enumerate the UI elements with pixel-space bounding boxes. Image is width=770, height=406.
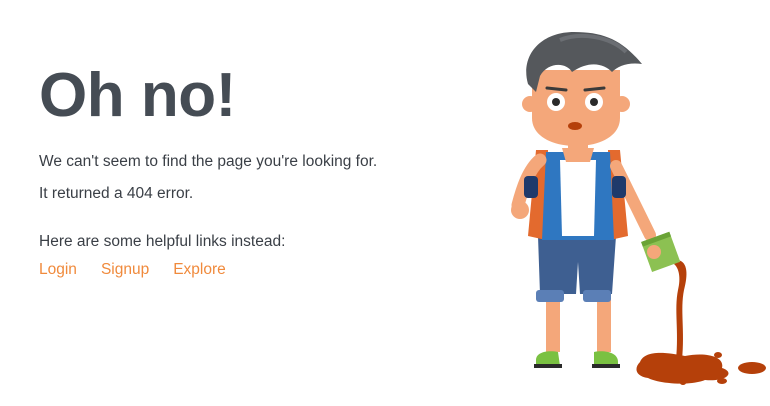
legs [546, 296, 611, 352]
boy-spilling-cup-illustration [511, 32, 766, 385]
signup-link[interactable]: Signup [101, 261, 149, 279]
error-code-text: It returned a 404 error. [39, 185, 194, 202]
undershirt [560, 160, 596, 236]
mouth [568, 122, 582, 130]
helpful-links: Login Signup Explore [39, 261, 399, 279]
page-title: Oh no! [39, 61, 236, 130]
pour-stream [674, 260, 687, 360]
helpful-links-text: Here are some helpful links instead: [39, 233, 286, 250]
head [532, 70, 620, 146]
shoes [534, 351, 620, 368]
shorts [536, 236, 616, 302]
spill-puddle [636, 352, 766, 385]
error-content: Oh no! We can't seem to find the page yo… [39, 60, 399, 279]
error-message: We can't seem to find the page you're lo… [39, 153, 378, 170]
login-link[interactable]: Login [39, 261, 77, 279]
explore-link[interactable]: Explore [173, 261, 226, 279]
